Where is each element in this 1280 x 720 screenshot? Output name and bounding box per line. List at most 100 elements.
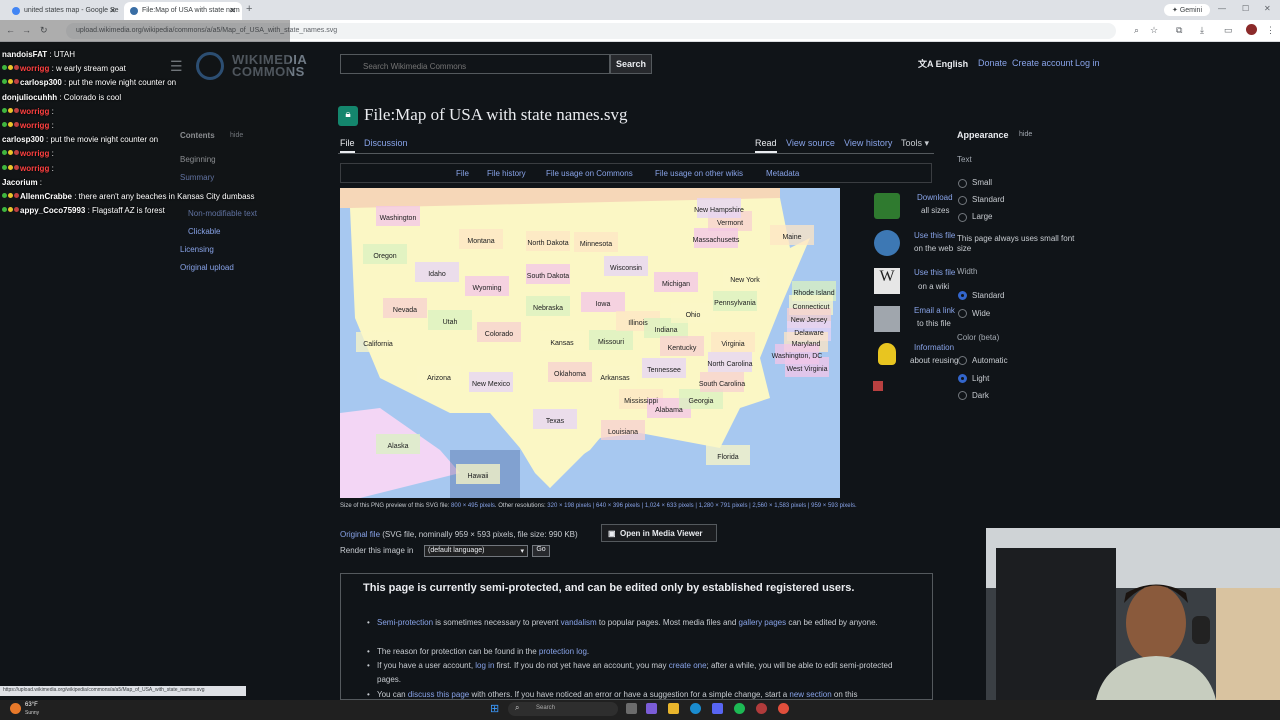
subtab-file-history[interactable]: File history <box>487 169 526 178</box>
task-view-icon[interactable] <box>626 703 637 714</box>
subtab-usage-other-wikis[interactable]: File usage on other wikis <box>655 169 743 178</box>
discord-icon[interactable] <box>712 703 723 714</box>
chat-username[interactable]: worrigg <box>20 149 49 158</box>
protection-link[interactable]: create one <box>669 661 707 670</box>
protection-link[interactable]: Semi-protection <box>377 618 433 627</box>
original-file-link[interactable]: Original file <box>340 530 380 539</box>
subtab-file[interactable]: File <box>456 169 469 178</box>
zoom-icon[interactable]: ⌕ <box>1134 25 1139 36</box>
close-icon[interactable]: ✕ <box>229 6 236 15</box>
language-selector[interactable]: 文A English <box>918 57 968 70</box>
wikipedia-w-icon[interactable]: W <box>874 268 900 294</box>
maximize-icon[interactable]: ☐ <box>1242 4 1249 13</box>
appearance-hide-button[interactable]: hide <box>1019 131 1032 138</box>
toc-item-licensing[interactable]: Licensing <box>180 245 214 254</box>
lightbulb-icon[interactable] <box>878 343 896 365</box>
usa-map-image[interactable]: Washington Oregon California Nevada Idaho Mon… <box>340 188 840 498</box>
use-on-wiki-link[interactable]: Use this file <box>914 268 955 277</box>
protection-link[interactable]: discuss this page <box>408 690 469 699</box>
chat-username[interactable]: appy_Coco75993 <box>20 206 85 215</box>
edge-icon[interactable] <box>690 703 701 714</box>
protection-link[interactable]: gallery pages <box>739 618 787 627</box>
toc-item-clickable[interactable]: Clickable <box>188 227 220 236</box>
tab-discussion[interactable]: Discussion <box>364 138 408 148</box>
obs-icon[interactable] <box>756 703 767 714</box>
taskbar-search-box[interactable]: Search <box>508 702 618 716</box>
text-option-small[interactable]: Small <box>972 178 992 187</box>
extensions-icon[interactable]: ⧉ <box>1176 25 1182 36</box>
file-explorer-icon[interactable] <box>668 703 679 714</box>
search-input[interactable] <box>340 54 610 74</box>
chat-username[interactable]: worrigg <box>20 121 49 130</box>
radio-width-standard[interactable] <box>958 291 967 300</box>
subtab-usage-commons[interactable]: File usage on Commons <box>546 169 633 178</box>
color-option-light[interactable]: Light <box>972 374 989 383</box>
text-option-large[interactable]: Large <box>972 212 992 221</box>
protection-link[interactable]: protection log <box>539 647 587 656</box>
subtab-metadata[interactable]: Metadata <box>766 169 799 178</box>
width-option-wide[interactable]: Wide <box>972 309 990 318</box>
chat-username[interactable]: nandoisFAT <box>2 50 47 59</box>
download-link[interactable]: Download <box>917 193 953 202</box>
tools-dropdown[interactable]: Tools ▾ <box>901 138 929 149</box>
color-option-dark[interactable]: Dark <box>972 391 989 400</box>
radio-width-wide[interactable] <box>958 309 967 318</box>
browser-tab-google[interactable]: united states map - Google Se ✕ <box>6 2 122 20</box>
chat-username[interactable]: donjuliocuhhh <box>2 93 57 102</box>
preview-size-link[interactable]: 800 × 495 pixels <box>451 503 495 509</box>
chat-username[interactable]: carlosp300 <box>20 78 62 87</box>
radio-color-light[interactable] <box>958 374 967 383</box>
tab-file[interactable]: File <box>340 138 355 153</box>
weather-sun-icon[interactable] <box>10 703 21 714</box>
chat-username[interactable]: worrigg <box>20 107 49 116</box>
other-resolutions-links[interactable]: 320 × 198 pixels | 640 × 396 pixels | 1,… <box>547 503 856 509</box>
open-media-viewer-button[interactable]: ▣ Open in Media Viewer <box>601 524 717 542</box>
close-window-icon[interactable]: ✕ <box>1264 4 1271 13</box>
color-option-automatic[interactable]: Automatic <box>972 356 1008 365</box>
chat-username[interactable]: worrigg <box>20 64 49 73</box>
use-on-web-link[interactable]: Use this file <box>914 231 955 240</box>
chat-username[interactable]: AllennCrabbe <box>20 192 72 201</box>
render-language-select[interactable]: (default language) ▾ <box>424 545 528 557</box>
radio-color-dark[interactable] <box>958 391 967 400</box>
pdf-small-icon[interactable] <box>873 381 883 391</box>
chrome-icon[interactable] <box>778 703 789 714</box>
information-link[interactable]: Information <box>914 343 954 352</box>
copilot-icon[interactable] <box>646 703 657 714</box>
radio-standard-text[interactable] <box>958 196 967 205</box>
close-icon[interactable]: ✕ <box>109 6 116 15</box>
weather-temperature[interactable]: 63°F <box>25 702 38 708</box>
donate-link[interactable]: Donate <box>978 58 1007 68</box>
menu-dots-icon[interactable]: ⋮ <box>1266 25 1275 36</box>
go-button[interactable]: Go <box>532 545 550 557</box>
width-option-standard[interactable]: Standard <box>972 291 1004 300</box>
windows-start-icon[interactable]: ⊞ <box>490 702 499 715</box>
chat-username[interactable]: worrigg <box>20 164 49 173</box>
globe-icon[interactable] <box>874 230 900 256</box>
email-link[interactable]: Email a link <box>914 306 955 315</box>
radio-color-automatic[interactable] <box>958 356 967 365</box>
protection-lock-icon[interactable]: 🔒︎ <box>338 106 358 126</box>
bookmark-star-icon[interactable]: ☆ <box>1150 25 1158 36</box>
radio-small[interactable] <box>958 179 967 188</box>
minimize-icon[interactable]: — <box>1218 4 1226 13</box>
toc-item-original-upload[interactable]: Original upload <box>180 263 234 272</box>
tab-view-history[interactable]: View history <box>844 138 892 148</box>
download-arrow-icon[interactable] <box>874 193 900 219</box>
sidebar-icon[interactable]: ▭ <box>1224 25 1233 36</box>
protection-link[interactable]: new section <box>789 690 831 699</box>
new-tab-button[interactable]: + <box>246 3 252 15</box>
protection-link[interactable]: log in <box>475 661 494 670</box>
profile-avatar[interactable] <box>1246 24 1257 35</box>
chat-username[interactable]: Jacorium <box>2 178 38 187</box>
email-icon[interactable] <box>874 306 900 332</box>
tab-read[interactable]: Read <box>755 138 777 153</box>
radio-large[interactable] <box>958 213 967 222</box>
chat-username[interactable]: carlosp300 <box>2 135 44 144</box>
protection-link[interactable]: vandalism <box>561 618 597 627</box>
login-link[interactable]: Log in <box>1075 58 1100 68</box>
browser-tab-wikimedia[interactable]: File:Map of USA with state nam ✕ <box>124 2 242 20</box>
search-button[interactable]: Search <box>610 54 652 74</box>
gemini-button[interactable]: ✦ Gemini <box>1164 4 1210 16</box>
create-account-link[interactable]: Create account <box>1012 58 1073 68</box>
